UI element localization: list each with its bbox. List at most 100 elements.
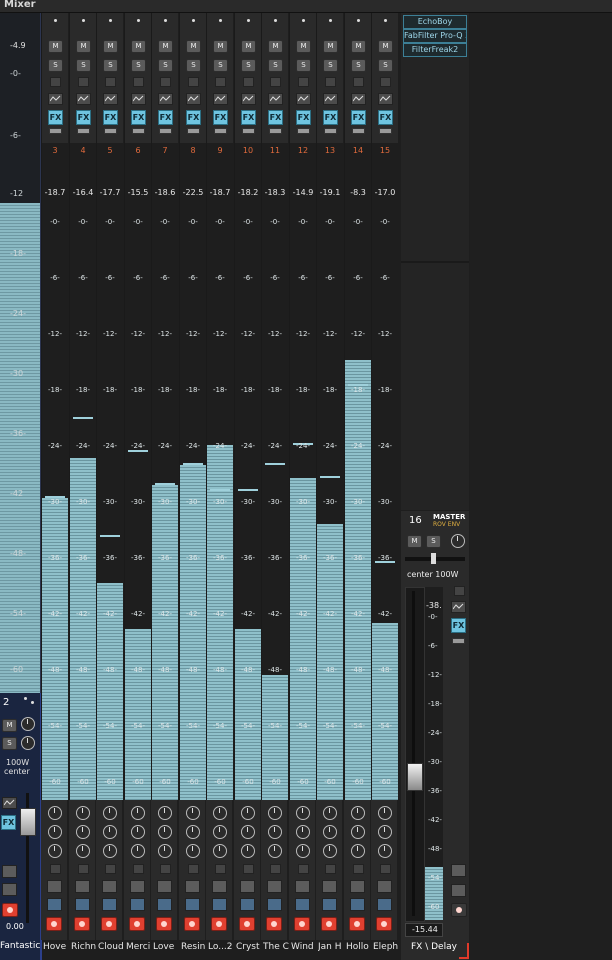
record-dot[interactable] <box>302 19 305 22</box>
envelope-button[interactable] <box>48 93 63 105</box>
channel-strip-7[interactable]: M S FX 7 -18.6 -0- -6- -12- -18- -24- -30- -36- -42-… <box>151 13 178 800</box>
envelope-button[interactable] <box>323 93 338 105</box>
pan-knob[interactable] <box>158 825 172 839</box>
input-toggle[interactable] <box>243 864 254 874</box>
phase-toggle[interactable] <box>105 77 116 87</box>
fx-slot[interactable] <box>49 128 62 134</box>
record-dot[interactable] <box>137 19 140 22</box>
track-name[interactable]: Love <box>153 942 180 952</box>
track-name[interactable]: Lo...2 <box>208 942 235 952</box>
mute-button[interactable]: M <box>268 40 283 53</box>
send-knob[interactable] <box>158 806 172 820</box>
route-button[interactable] <box>102 898 117 911</box>
route-button[interactable] <box>267 898 282 911</box>
input-toggle[interactable] <box>105 864 116 874</box>
mute-button[interactable]: M <box>186 40 201 53</box>
master-volume-box[interactable]: -15.44 <box>405 923 443 937</box>
channel-strip-10[interactable]: M S FX 10 -18.2 -0- -6- -12- -18- -24- -30- -36- -42… <box>234 13 261 800</box>
track-name[interactable]: Cryst <box>236 942 263 952</box>
left-envelope-button[interactable] <box>2 797 17 809</box>
envelope-button[interactable] <box>378 93 393 105</box>
width-knob[interactable] <box>351 844 365 858</box>
master-fx-slot[interactable] <box>452 638 465 644</box>
track-name[interactable]: Hollo <box>346 942 373 952</box>
mute-button[interactable]: M <box>351 40 366 53</box>
record-arm-button[interactable] <box>211 917 227 931</box>
route-button[interactable] <box>75 898 90 911</box>
solo-button[interactable]: S <box>378 59 393 72</box>
solo-button[interactable]: S <box>186 59 201 72</box>
send-knob[interactable] <box>241 806 255 820</box>
io-button[interactable] <box>185 880 200 893</box>
record-dot[interactable] <box>357 19 360 22</box>
solo-button[interactable]: S <box>131 59 146 72</box>
master-small-button[interactable] <box>454 586 465 596</box>
send-knob[interactable] <box>76 806 90 820</box>
input-toggle[interactable] <box>353 864 364 874</box>
route-button[interactable] <box>377 898 392 911</box>
phase-toggle[interactable] <box>298 77 309 87</box>
master-record-button[interactable] <box>451 903 467 917</box>
record-dot[interactable] <box>329 19 332 22</box>
route-button[interactable] <box>295 898 310 911</box>
channel-strip-8[interactable]: M S FX 8 -22.5 -0- -6- -12- -18- -24- -30- -36- -42-… <box>179 13 206 800</box>
phase-toggle[interactable] <box>325 77 336 87</box>
mute-button[interactable]: M <box>323 40 338 53</box>
fx-button[interactable]: FX <box>296 110 311 125</box>
master-route-button[interactable] <box>451 884 466 897</box>
record-arm-button[interactable] <box>321 917 337 931</box>
pan-knob[interactable] <box>186 825 200 839</box>
master-io-button[interactable] <box>451 864 466 877</box>
channel-strip-15[interactable]: M S FX 15 -17.0 -0- -6- -12- -18- -24- -30- -36- -42… <box>371 13 398 800</box>
solo-button[interactable]: S <box>76 59 91 72</box>
send-knob[interactable] <box>103 806 117 820</box>
fx-button[interactable]: FX <box>76 110 91 125</box>
envelope-button[interactable] <box>158 93 173 105</box>
left-record-arm-button[interactable] <box>2 903 18 917</box>
phase-toggle[interactable] <box>380 77 391 87</box>
record-arm-button[interactable] <box>266 917 282 931</box>
mute-button[interactable]: M <box>241 40 256 53</box>
master-name[interactable]: FX \ Delay <box>411 942 457 952</box>
pan-knob[interactable] <box>378 825 392 839</box>
channel-strip-14[interactable]: M S FX 14 -8.3 -0- -6- -12- -18- -24- -30- -36- -42-… <box>344 13 371 800</box>
fx-slot[interactable] <box>104 128 117 134</box>
width-knob[interactable] <box>296 844 310 858</box>
input-toggle[interactable] <box>133 864 144 874</box>
mute-button[interactable]: M <box>48 40 63 53</box>
fx-button[interactable]: FX <box>241 110 256 125</box>
mute-button[interactable]: M <box>378 40 393 53</box>
send-knob[interactable] <box>213 806 227 820</box>
record-dot[interactable] <box>192 19 195 22</box>
phase-toggle[interactable] <box>160 77 171 87</box>
phase-toggle[interactable] <box>243 77 254 87</box>
fx-button[interactable]: FX <box>48 110 63 125</box>
solo-button[interactable]: S <box>103 59 118 72</box>
track-name[interactable]: Merci <box>126 942 153 952</box>
fx-slot[interactable] <box>187 128 200 134</box>
width-knob[interactable] <box>186 844 200 858</box>
io-button[interactable] <box>157 880 172 893</box>
route-button[interactable] <box>212 898 227 911</box>
record-arm-button[interactable] <box>156 917 172 931</box>
mute-button[interactable]: M <box>103 40 118 53</box>
record-dot[interactable] <box>219 19 222 22</box>
left-solo-button[interactable]: S <box>2 737 17 750</box>
send-knob[interactable] <box>186 806 200 820</box>
pan-knob[interactable] <box>351 825 365 839</box>
input-toggle[interactable] <box>325 864 336 874</box>
solo-button[interactable]: S <box>158 59 173 72</box>
width-knob[interactable] <box>323 844 337 858</box>
record-arm-button[interactable] <box>184 917 200 931</box>
master-width-handle[interactable] <box>431 553 436 564</box>
track-name[interactable]: The C <box>263 942 290 952</box>
fx-slot[interactable] <box>242 128 255 134</box>
track-name[interactable]: Resin <box>181 942 208 952</box>
send-knob[interactable] <box>351 806 365 820</box>
fx-button[interactable]: FX <box>103 110 118 125</box>
envelope-button[interactable] <box>103 93 118 105</box>
fx-item-filterfreak[interactable]: FilterFreak2 <box>403 43 467 57</box>
pan-knob[interactable] <box>131 825 145 839</box>
width-knob[interactable] <box>103 844 117 858</box>
left-monitor-dot[interactable] <box>31 701 34 704</box>
